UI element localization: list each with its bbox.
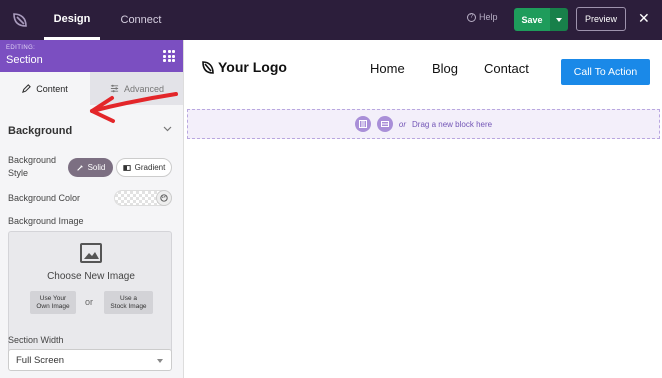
pencil-icon bbox=[22, 84, 32, 93]
drop-or-label: or bbox=[398, 119, 407, 129]
editing-title: Section bbox=[6, 54, 43, 66]
tab-content[interactable]: Content bbox=[0, 72, 90, 105]
grid-menu-icon[interactable] bbox=[163, 50, 175, 62]
nav-contact[interactable]: Contact bbox=[484, 61, 529, 76]
block-drop-zone[interactable]: or Drag a new block here bbox=[187, 109, 660, 139]
nav-home[interactable]: Home bbox=[370, 61, 405, 76]
app-logo-icon[interactable] bbox=[0, 0, 40, 40]
preview-button[interactable]: Preview bbox=[576, 7, 626, 31]
palette-icon bbox=[160, 194, 168, 202]
use-own-image-button[interactable]: Use Your Own Image bbox=[30, 291, 76, 314]
eyedropper-icon bbox=[76, 164, 83, 171]
call-to-action-button[interactable]: Call To Action bbox=[561, 59, 650, 85]
gradient-style-button[interactable]: Gradient bbox=[116, 158, 172, 177]
tab-advanced[interactable]: Advanced bbox=[90, 72, 183, 105]
columns-icon[interactable] bbox=[354, 116, 371, 132]
tab-connect[interactable]: Connect bbox=[112, 0, 170, 40]
background-image-label: Background Image bbox=[8, 216, 84, 226]
section-width-value: Full Screen bbox=[16, 354, 65, 366]
background-color-label: Background Color bbox=[8, 193, 81, 203]
section-width-select[interactable]: Full Screen bbox=[8, 349, 172, 371]
nav-blog[interactable]: Blog bbox=[432, 61, 458, 76]
page-canvas: Your Logo Home Blog Contact Call To Acti… bbox=[185, 40, 662, 378]
settings-sidebar: EDITING: Section Content Advanced Backgr… bbox=[0, 40, 184, 378]
tab-advanced-label: Advanced bbox=[123, 83, 165, 94]
gradient-icon bbox=[122, 164, 131, 171]
use-stock-image-button[interactable]: Use a Stock Image bbox=[104, 291, 153, 314]
chevron-down-icon bbox=[157, 359, 163, 363]
help-link[interactable]: ? Help bbox=[467, 12, 498, 22]
help-icon: ? bbox=[467, 12, 476, 22]
sliders-icon bbox=[110, 84, 119, 93]
logo-text: Your Logo bbox=[218, 59, 287, 75]
editing-header: EDITING: Section bbox=[0, 40, 183, 72]
save-options-dropdown[interactable] bbox=[550, 8, 568, 31]
chevron-down-icon[interactable] bbox=[163, 124, 172, 134]
tab-content-label: Content bbox=[36, 83, 68, 94]
chevron-down-icon bbox=[556, 17, 562, 22]
background-heading[interactable]: Background bbox=[8, 125, 72, 137]
help-label: Help bbox=[479, 12, 498, 22]
leaf-logo-icon bbox=[202, 60, 214, 74]
color-picker-button[interactable] bbox=[156, 190, 172, 206]
drop-block-text: Drag a new block here bbox=[412, 119, 493, 129]
close-icon[interactable]: ✕ bbox=[638, 10, 650, 27]
section-width-label: Section Width bbox=[8, 335, 64, 345]
image-icon bbox=[80, 243, 102, 263]
background-style-label: Background Style bbox=[8, 155, 57, 178]
save-button[interactable]: Save bbox=[514, 8, 550, 31]
solid-style-button[interactable]: Solid bbox=[68, 158, 113, 177]
image-upload-area[interactable]: Choose New Image Use Your Own Image or Us… bbox=[8, 231, 172, 368]
editing-label: EDITING: bbox=[6, 45, 36, 51]
tab-design[interactable]: Design bbox=[44, 0, 100, 40]
block-icon[interactable] bbox=[376, 116, 393, 132]
or-label: or bbox=[85, 297, 94, 307]
choose-new-image-button[interactable]: Choose New Image bbox=[9, 271, 173, 282]
top-bar: Design Connect ? Help Save Preview ✕ bbox=[0, 0, 662, 40]
site-logo[interactable]: Your Logo bbox=[202, 59, 287, 75]
